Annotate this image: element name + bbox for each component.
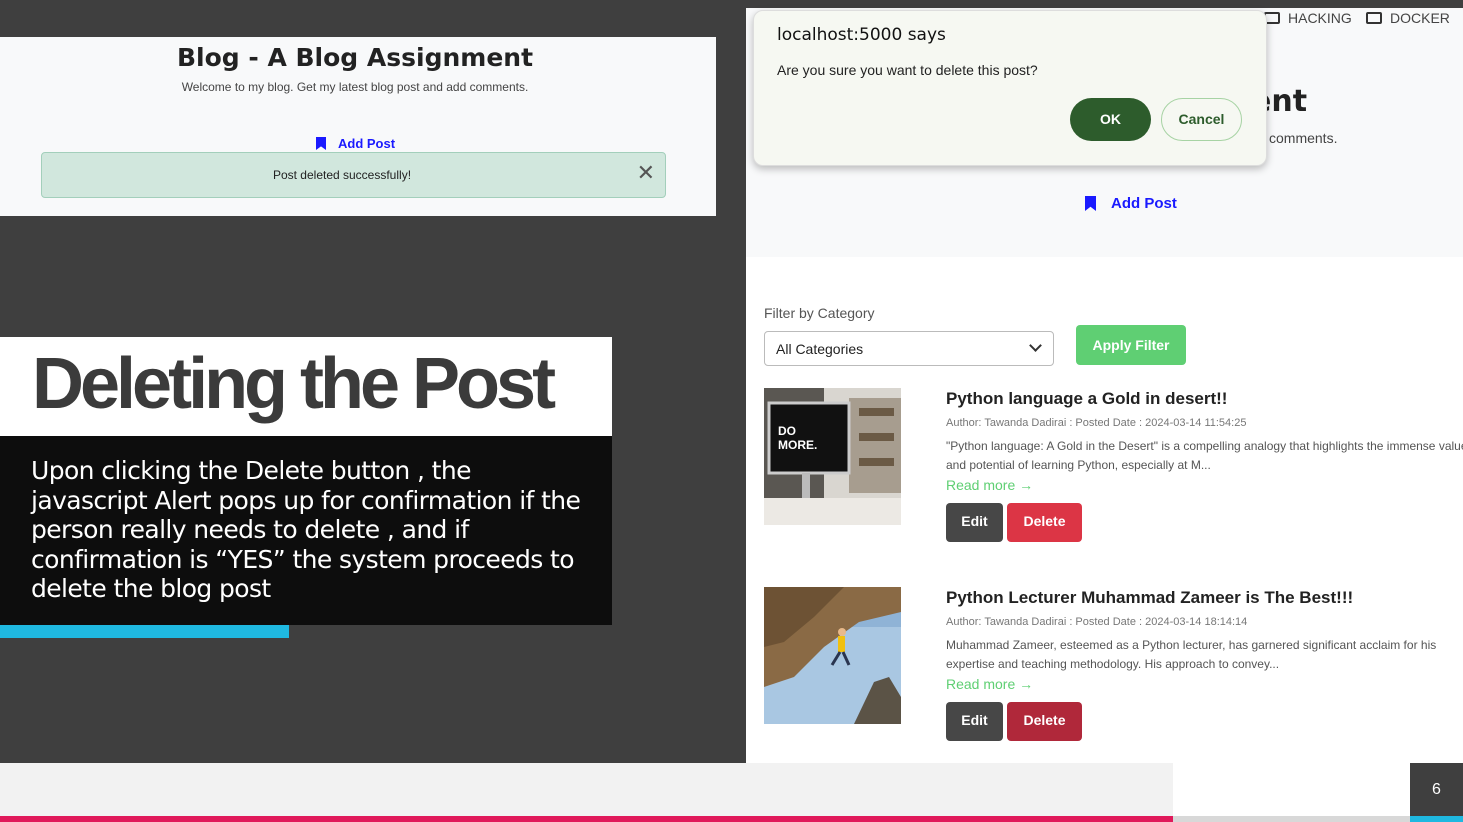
thumb-text-more: MORE. (778, 438, 817, 452)
post-title[interactable]: Python Lecturer Muhammad Zameer is The B… (946, 588, 1353, 608)
dialog-message: Are you sure you want to delete this pos… (777, 62, 1038, 78)
post-meta: Author: Tawanda Dadirai : Posted Date : … (946, 616, 1248, 628)
read-more-link[interactable]: Read more → (946, 477, 1033, 493)
delete-button[interactable]: Delete (1007, 702, 1082, 741)
nav-docker[interactable]: DOCKER (1366, 10, 1450, 26)
add-post-link[interactable]: Add Post (316, 136, 395, 151)
post-item: DO MORE. Python language a Gold in deser… (764, 388, 1463, 548)
add-post-label: Add Post (1111, 195, 1177, 212)
page-number: 6 (1432, 781, 1441, 798)
blog-title: Blog - A Blog Assignment (176, 43, 534, 72)
thumb-text-do: DO (778, 424, 796, 438)
page-number-box: 6 (1410, 763, 1463, 818)
nav-hacking[interactable]: HACKING (1264, 10, 1352, 26)
success-alert: Post deleted successfully! ✕ (41, 152, 666, 198)
post-excerpt: "Python language: A Gold in the Desert" … (946, 439, 1463, 472)
folder-icon (1366, 12, 1382, 24)
chevron-down-icon (1029, 339, 1042, 352)
category-selected: All Categories (776, 341, 864, 357)
post-excerpt: Muhammad Zameer, esteemed as a Python le… (946, 638, 1437, 671)
left-screenshot: Blog - A Blog Assignment Welcome to my b… (0, 37, 716, 216)
category-select[interactable]: All Categories (764, 331, 1054, 366)
post-thumbnail (764, 587, 901, 724)
filter-label: Filter by Category (764, 305, 875, 321)
apply-filter-button[interactable]: Apply Filter (1076, 325, 1186, 365)
add-post-link[interactable]: Add Post (1085, 195, 1177, 212)
delete-button[interactable]: Delete (1007, 503, 1082, 542)
post-item: Python Lecturer Muhammad Zameer is The B… (764, 587, 1463, 747)
close-icon[interactable]: ✕ (637, 162, 655, 184)
blog-subtitle-fragment: comments. (1269, 130, 1338, 146)
edit-button[interactable]: Edit (946, 702, 1003, 741)
footer-bar-pink (0, 816, 1173, 822)
footer-panel (1173, 763, 1410, 818)
slide-heading-box: Deleting the Post (0, 337, 612, 436)
read-more-link[interactable]: Read more → (946, 676, 1033, 692)
bookmark-icon (1085, 196, 1096, 211)
ok-button[interactable]: OK (1070, 98, 1151, 141)
blog-subtitle: Welcome to my blog. Get my latest blog p… (181, 80, 529, 94)
dialog-title: localhost:5000 says (777, 25, 946, 45)
add-post-label: Add Post (338, 136, 396, 151)
alert-message: Post deleted successfully! (272, 168, 412, 182)
slide-description: Upon clicking the Delete button , the ja… (31, 456, 581, 603)
post-thumbnail: DO MORE. (764, 388, 901, 525)
bookmark-icon (316, 137, 326, 150)
post-title[interactable]: Python language a Gold in desert!! (946, 389, 1227, 409)
slide-heading: Deleting the Post (32, 344, 556, 424)
footer-bar-gray (1173, 816, 1410, 822)
accent-bar (0, 625, 289, 638)
edit-button[interactable]: Edit (946, 503, 1003, 542)
nav-docker-label: DOCKER (1390, 10, 1450, 26)
post-meta: Author: Tawanda Dadirai : Posted Date : … (946, 417, 1247, 429)
nav-hacking-label: HACKING (1288, 10, 1352, 26)
footer-bar-cyan (1410, 816, 1463, 822)
cancel-button[interactable]: Cancel (1161, 98, 1242, 141)
confirm-dialog: localhost:5000 says Are you sure you wan… (753, 10, 1267, 166)
slide-description-box: Upon clicking the Delete button , the ja… (0, 436, 612, 625)
